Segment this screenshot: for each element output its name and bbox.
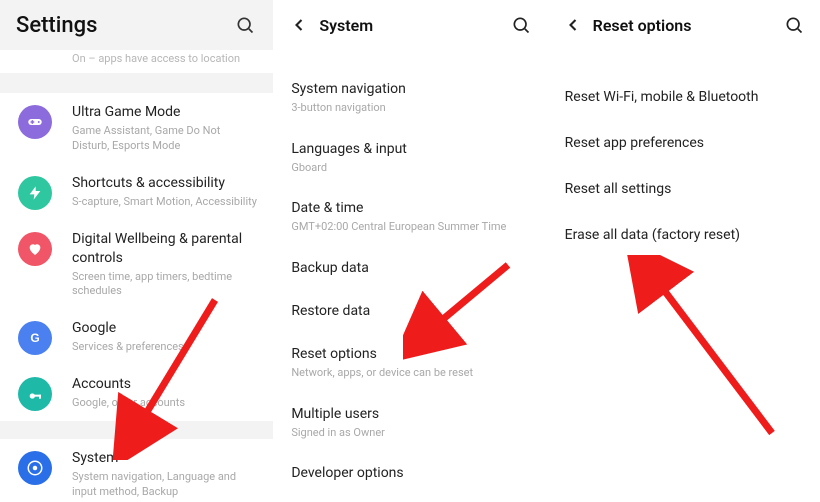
search-icon[interactable]	[233, 13, 257, 37]
system-item[interactable]: System navigation 3-button navigation	[273, 68, 546, 128]
screen-system: System System navigation 3-button navigat…	[273, 0, 546, 502]
system-item-label: Date & time	[291, 199, 528, 218]
system-item-label: System navigation	[291, 80, 528, 99]
key-icon	[18, 377, 52, 411]
partial-prev-item-sub: On – apps have access to location	[0, 50, 273, 73]
system-item-label: Multiple users	[291, 405, 528, 424]
reset-item-label: Reset all settings	[565, 181, 802, 197]
system-item[interactable]: Developer options	[273, 452, 546, 495]
search-icon[interactable]	[782, 13, 806, 37]
system-item-label: Reset options	[291, 345, 528, 364]
system-item-label: Languages & input	[291, 140, 528, 159]
system-item[interactable]: Reset options Network, apps, or device ca…	[273, 333, 546, 393]
settings-item-sub: Screen time, app timers, bedtime schedul…	[72, 270, 259, 300]
system-icon	[18, 451, 52, 485]
settings-item[interactable]: Digital Wellbeing & parental controlsScr…	[0, 220, 273, 309]
settings-item-label: Accounts	[72, 375, 259, 394]
search-icon[interactable]	[509, 13, 533, 37]
svg-text:G: G	[30, 331, 39, 345]
back-icon[interactable]	[561, 13, 585, 37]
settings-item-sub: Game Assistant, Game Do Not Disturb, Esp…	[72, 124, 259, 154]
system-item-sub: Network, apps, or device can be reset	[291, 366, 528, 381]
settings-list: Ultra Game Mode Game Assistant, Game Do N…	[0, 93, 273, 421]
screen-settings: Settings On – apps have access to locati…	[0, 0, 273, 502]
system-item-label: Developer options	[291, 464, 528, 483]
reset-header: Reset options	[547, 0, 820, 50]
reset-item[interactable]: Reset Wi-Fi, mobile & Bluetooth	[547, 74, 820, 120]
settings-item[interactable]: Accounts Google, other accounts	[0, 365, 273, 421]
settings-item-sub: S-capture, Smart Motion, Accessibility	[72, 195, 259, 210]
reset-item[interactable]: Reset all settings	[547, 166, 820, 212]
arrow-annotation	[627, 255, 787, 445]
settings-item-label: Digital Wellbeing & parental controls	[72, 230, 259, 268]
settings-header: Settings	[0, 0, 273, 50]
system-item-label: Backup data	[291, 259, 528, 278]
settings-item[interactable]: G Google Services & preferences	[0, 309, 273, 365]
settings-item-sub: System navigation, Language and input me…	[72, 470, 259, 500]
system-item-sub: 3-button navigation	[291, 101, 528, 116]
screen-reset-options: Reset options Reset Wi-Fi, mobile & Blue…	[547, 0, 820, 502]
system-list: System navigation 3-button navigation Lang…	[273, 50, 546, 495]
settings-item[interactable]: Shortcuts & accessibility S-capture, Smar…	[0, 164, 273, 220]
system-item[interactable]: Multiple users Signed in as Owner	[273, 393, 546, 453]
system-header: System	[273, 0, 546, 50]
section-divider	[0, 421, 273, 439]
bolt-icon	[18, 176, 52, 210]
section-divider	[0, 73, 273, 93]
system-item[interactable]: Languages & input Gboard	[273, 128, 546, 188]
system-item-sub: Signed in as Owner	[291, 426, 528, 441]
back-icon[interactable]	[287, 13, 311, 37]
system-item-label: Restore data	[291, 302, 528, 321]
google-icon: G	[18, 321, 52, 355]
system-item[interactable]: Date & time GMT+02:00 Central European Su…	[273, 187, 546, 247]
reset-list: Reset Wi-Fi, mobile & Bluetooth Reset app…	[547, 50, 820, 258]
gamepad-icon	[18, 105, 52, 139]
settings-item-system[interactable]: System System navigation, Language and i…	[0, 439, 273, 502]
settings-item-label: Google	[72, 319, 259, 338]
settings-item-label: Shortcuts & accessibility	[72, 174, 259, 193]
reset-item-label: Reset app preferences	[565, 135, 802, 151]
reset-title: Reset options	[593, 16, 782, 35]
settings-item-label: Ultra Game Mode	[72, 103, 259, 122]
reset-item[interactable]: Erase all data (factory reset)	[547, 212, 820, 258]
settings-item-label: System	[72, 449, 259, 468]
heart-icon	[18, 232, 52, 266]
system-title: System	[319, 16, 508, 35]
system-item[interactable]: Backup data	[273, 247, 546, 290]
settings-title: Settings	[16, 13, 97, 38]
system-item-sub: Gboard	[291, 161, 528, 176]
settings-item[interactable]: Ultra Game Mode Game Assistant, Game Do N…	[0, 93, 273, 164]
reset-item[interactable]: Reset app preferences	[547, 120, 820, 166]
settings-item-sub: Services & preferences	[72, 340, 259, 355]
system-item[interactable]: Restore data	[273, 290, 546, 333]
system-item-sub: GMT+02:00 Central European Summer Time	[291, 220, 528, 235]
reset-item-label: Reset Wi-Fi, mobile & Bluetooth	[565, 89, 802, 105]
settings-item-sub: Google, other accounts	[72, 396, 259, 411]
reset-item-label: Erase all data (factory reset)	[565, 227, 802, 243]
